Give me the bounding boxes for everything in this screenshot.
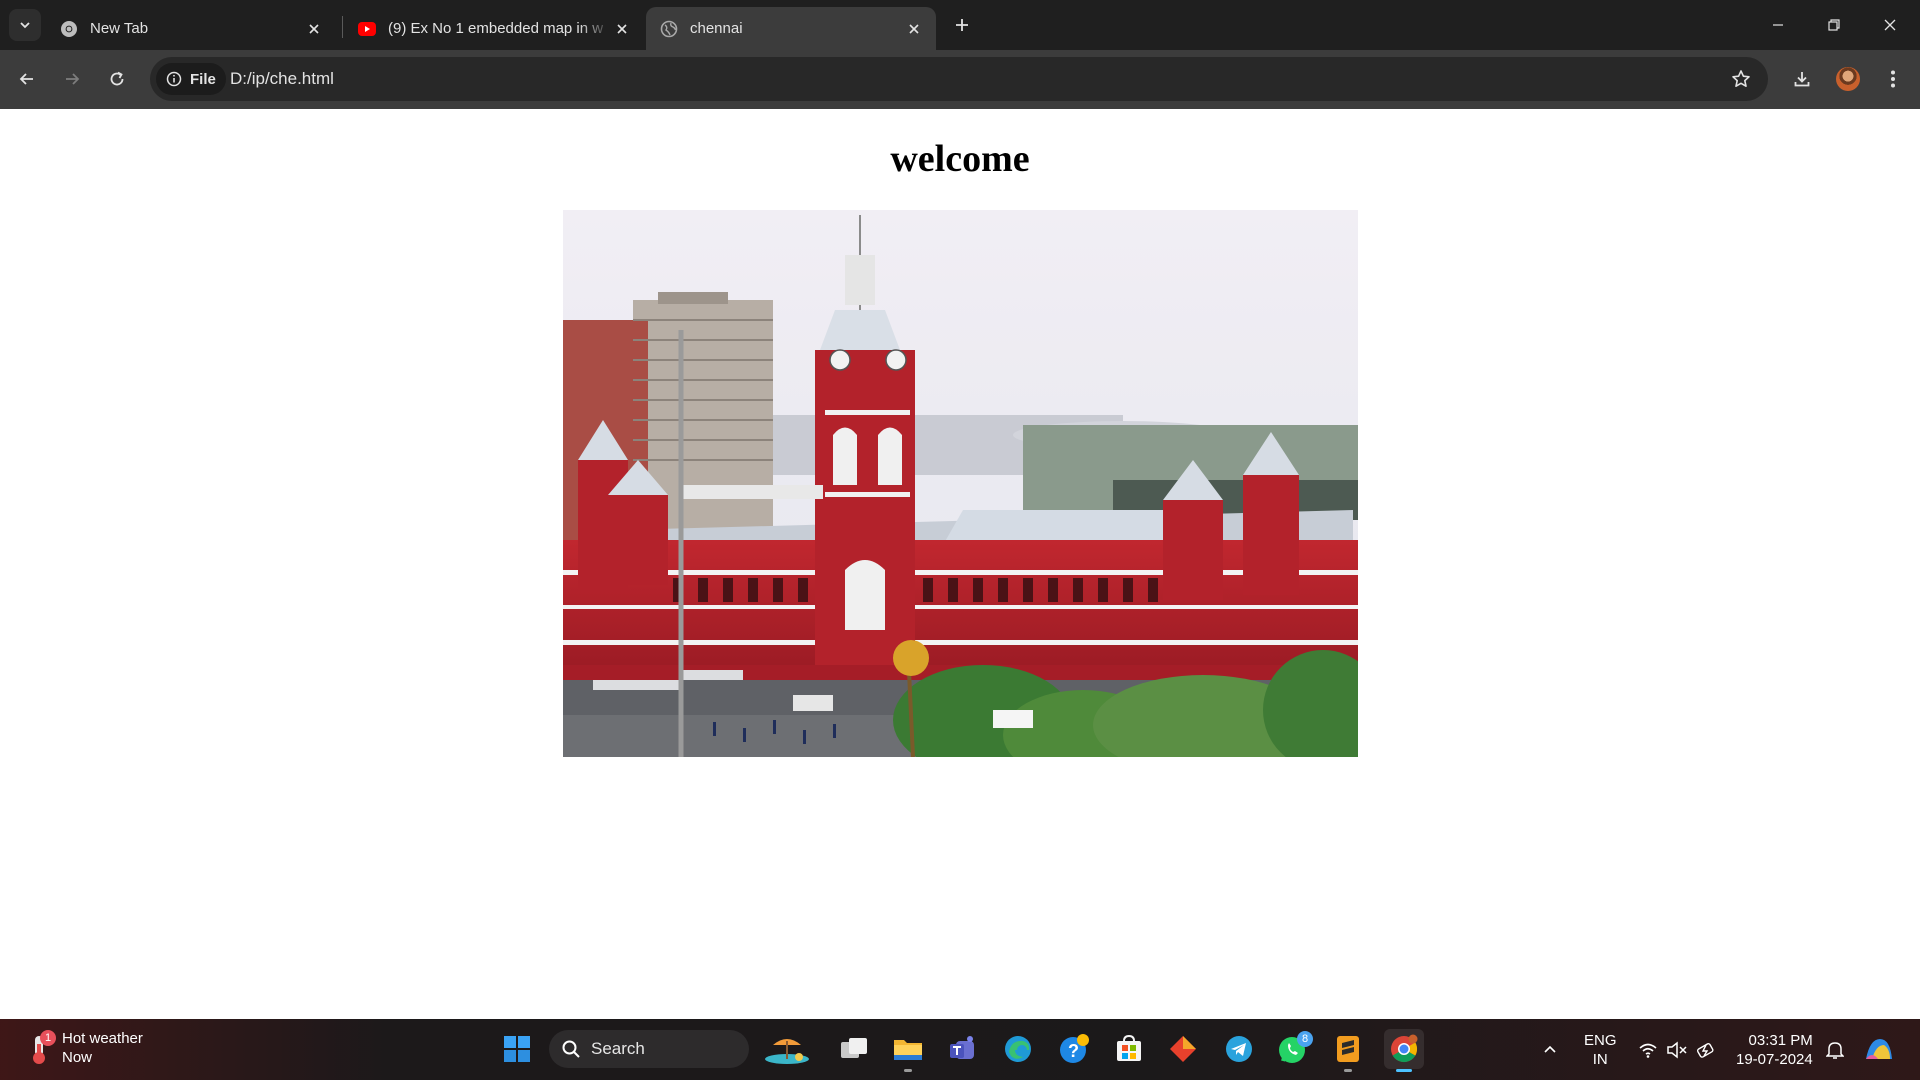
whatsapp-badge: 8 bbox=[1297, 1031, 1313, 1047]
site-info-chip[interactable]: File bbox=[156, 63, 226, 95]
tab-separator bbox=[342, 16, 343, 38]
taskbar: 1 Hot weather Now Search ? 8 ENG IN 03:3… bbox=[0, 1019, 1920, 1080]
edge-icon[interactable] bbox=[998, 1029, 1038, 1069]
new-tab-button[interactable] bbox=[950, 13, 974, 37]
quick-settings[interactable] bbox=[1638, 1019, 1718, 1080]
office-app-icon[interactable] bbox=[1163, 1029, 1203, 1069]
plus-icon bbox=[956, 19, 968, 31]
language-indicator[interactable]: ENG IN bbox=[1584, 1019, 1617, 1080]
clock[interactable]: 03:31 PM 19-07-2024 bbox=[1736, 1019, 1813, 1080]
chevron-up-icon bbox=[1544, 1045, 1556, 1053]
search-icon bbox=[562, 1040, 580, 1058]
reload-button[interactable] bbox=[102, 64, 132, 94]
file-explorer-icon[interactable] bbox=[888, 1029, 928, 1072]
download-icon bbox=[1794, 72, 1810, 87]
taskbar-search[interactable]: Search bbox=[549, 1030, 749, 1068]
show-hidden-icons[interactable] bbox=[1542, 1019, 1558, 1080]
copilot-icon[interactable] bbox=[1862, 1019, 1896, 1080]
whatsapp-icon[interactable]: 8 bbox=[1273, 1029, 1313, 1069]
windows-start-icon bbox=[504, 1036, 530, 1062]
tab-title: (9) Ex No 1 embedded map in w bbox=[388, 20, 604, 37]
reload-icon bbox=[110, 71, 124, 86]
thermometer-icon: 1 bbox=[24, 1030, 56, 1066]
notifications-button[interactable] bbox=[1826, 1019, 1844, 1080]
tab-new-tab[interactable]: New Tab bbox=[46, 7, 336, 50]
minimize-icon bbox=[1773, 24, 1783, 26]
arrow-right-icon bbox=[66, 73, 80, 85]
task-view-icon[interactable] bbox=[834, 1029, 874, 1069]
ms-store-icon[interactable] bbox=[1109, 1029, 1149, 1069]
globe-icon bbox=[660, 20, 678, 38]
help-icon[interactable]: ? bbox=[1054, 1029, 1094, 1069]
more-vert-icon bbox=[1891, 70, 1895, 88]
chennai-station-image bbox=[563, 210, 1358, 757]
chevron-down-icon bbox=[20, 22, 30, 29]
url-text[interactable]: D:/ip/che.html bbox=[230, 69, 334, 89]
youtube-icon bbox=[358, 20, 376, 38]
lang-line1: ENG bbox=[1584, 1031, 1617, 1049]
avatar bbox=[1836, 67, 1860, 91]
profile-button[interactable] bbox=[1833, 64, 1863, 94]
web-page: welcome bbox=[0, 109, 1920, 1019]
search-label: Search bbox=[591, 1039, 645, 1058]
sublime-text-icon[interactable] bbox=[1328, 1029, 1368, 1072]
restore-icon bbox=[1828, 19, 1840, 31]
close-tab-icon[interactable] bbox=[304, 19, 324, 39]
teams-icon[interactable] bbox=[943, 1029, 983, 1069]
battery-charging-icon bbox=[1696, 1042, 1714, 1058]
close-window-button[interactable] bbox=[1862, 0, 1918, 50]
telegram-icon[interactable] bbox=[1219, 1029, 1259, 1069]
start-button[interactable] bbox=[497, 1029, 537, 1069]
chrome-taskbar-icon[interactable] bbox=[1384, 1029, 1424, 1072]
restore-button[interactable] bbox=[1806, 0, 1862, 50]
tab-strip: New Tab (9) Ex No 1 embedded map in w ch… bbox=[0, 0, 1920, 50]
close-tab-icon[interactable] bbox=[904, 19, 924, 39]
volume-muted-icon bbox=[1667, 1040, 1687, 1059]
chrome-icon bbox=[60, 20, 78, 38]
lang-line2: IN bbox=[1592, 1050, 1608, 1068]
travel-app-icon[interactable] bbox=[762, 1029, 812, 1069]
address-bar[interactable]: File D:/ip/che.html bbox=[150, 57, 1768, 101]
downloads-button[interactable] bbox=[1787, 64, 1817, 94]
browser-toolbar: File D:/ip/che.html bbox=[0, 50, 1920, 109]
info-icon bbox=[166, 71, 182, 87]
scheme-label: File bbox=[190, 70, 216, 88]
tab-youtube[interactable]: (9) Ex No 1 embedded map in w bbox=[344, 7, 644, 50]
bookmark-star-icon[interactable] bbox=[1730, 68, 1752, 95]
tab-title: chennai bbox=[690, 20, 743, 37]
arrow-left-icon bbox=[19, 73, 33, 85]
weather-subtitle: Now bbox=[62, 1049, 93, 1066]
forward-button[interactable] bbox=[57, 64, 87, 94]
clock-date: 19-07-2024 bbox=[1736, 1050, 1813, 1068]
minimize-button[interactable] bbox=[1750, 0, 1806, 50]
tab-title: New Tab bbox=[90, 20, 149, 37]
clock-time: 03:31 PM bbox=[1748, 1031, 1813, 1049]
tab-search-button[interactable] bbox=[9, 9, 41, 41]
menu-button[interactable] bbox=[1878, 64, 1908, 94]
page-heading: welcome bbox=[890, 138, 1030, 180]
weather-widget[interactable]: 1 Hot weather Now bbox=[24, 1029, 143, 1067]
wifi-icon bbox=[1639, 1043, 1657, 1058]
tab-chennai[interactable]: chennai bbox=[646, 7, 936, 50]
back-button[interactable] bbox=[12, 64, 42, 94]
close-tab-icon[interactable] bbox=[612, 19, 632, 39]
weather-badge: 1 bbox=[40, 1030, 56, 1046]
svg-text:?: ? bbox=[1068, 1041, 1079, 1061]
close-icon bbox=[1884, 19, 1896, 31]
bell-icon bbox=[1826, 1041, 1844, 1059]
weather-title: Hot weather bbox=[62, 1030, 143, 1047]
